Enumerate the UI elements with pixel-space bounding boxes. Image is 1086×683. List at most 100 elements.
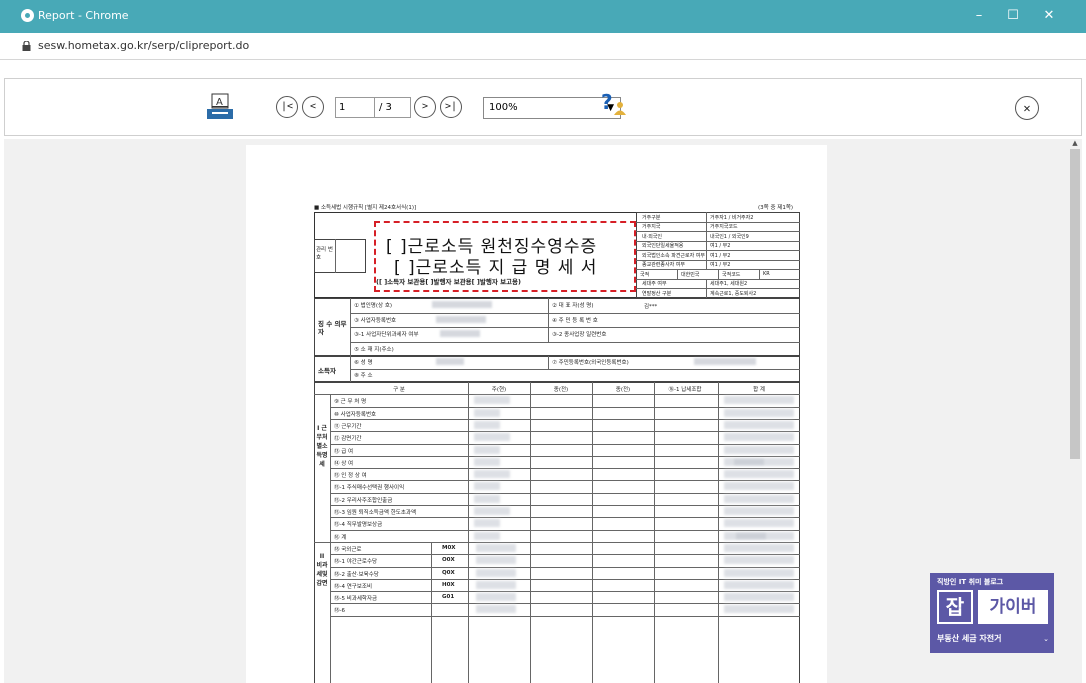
page-count-text: (3쪽 중 제1쪽) [758,205,794,211]
table-row-label: ⑯ 계 [334,534,347,541]
redacted-value [476,543,516,552]
section1-label: I 근무처별소득명세 [316,425,328,469]
page-number-input[interactable]: 1 [335,97,375,118]
column-header: 종(전) [615,387,631,393]
table-row-line [330,529,800,531]
table-row-label: ⑪ 근무기간 [334,423,362,430]
info-col-line [706,221,707,232]
badge-logo: 잡 [937,590,973,624]
info-value: 계속근로1, 중도퇴사2 [710,290,757,297]
zoom-value: 100% [489,102,518,113]
earner-label: 소득자 [318,367,336,375]
table-row-label: ⑮-2 우리사주조합인출금 [334,497,393,504]
rep-name: 김*** [644,304,658,310]
table-row-line [330,406,800,408]
table-row-label: ⑭ 상 여 [334,460,354,467]
redacted-total [724,580,794,589]
redacted-value [474,408,500,417]
prev-page-button[interactable]: < [302,96,324,118]
info-col-line [706,240,707,251]
redacted-total [724,482,794,491]
table-row-label: ⑨ 근 무 처 명 [334,399,367,406]
redacted-value [474,507,510,515]
table-col-line [654,382,655,683]
redacted-total [724,568,794,577]
tax-code: G01 [442,594,455,601]
payer-row-line [350,327,800,328]
redacted-value [474,457,500,466]
payer-field-label: ① 법인명(상 호) [354,303,393,309]
info-label: 연말정산 구분 [642,290,672,297]
column-header: 합 계 [753,387,765,393]
print-icon[interactable]: A [205,93,235,121]
info-value: 거주자1 / 비거주자2 [710,214,754,221]
report-viewer[interactable]: ■ 소득세법 시행규칙 [별지 제24호서식(1)] (3쪽 중 제1쪽) 관리… [4,139,1082,683]
table-row-label: ⑮ 인 정 상 여 [334,473,367,480]
table-row-line [330,418,800,420]
payer-label: 징 수 의무자 [318,320,347,336]
close-window-button[interactable]: ✕ [1038,6,1060,26]
table-row-label: ⑱-1 야간근로수당 [334,559,378,566]
payer-right-label: ② 대 표 자(성 명) [552,303,594,309]
info-label: 종교관련종사자 여부 [642,262,685,269]
tax-code: M0X [442,544,456,551]
earner-address-label: ⑧ 주 소 [354,373,373,379]
table-row-line [330,517,800,519]
payer-field-label: ③-1 사업자단위과세자 여부 [354,332,419,338]
table-row-label: ⑩ 사업자등록번호 [334,411,377,418]
minimize-button[interactable]: – [968,6,990,26]
redacted-total [724,494,794,503]
table-row-line [330,591,800,593]
window-title: Report - Chrome [38,9,129,22]
scroll-up-arrow[interactable]: ▲ [1070,139,1080,147]
table-col-line [718,382,719,683]
redacted-sum [736,532,766,539]
form-rule-text: ■ 소득세법 시행규칙 [별지 제24호서식(1)] [314,205,417,211]
column-header: 종(전) [553,387,569,393]
scrollbar-thumb[interactable] [1070,149,1080,459]
scrollbar[interactable]: ▲ [1068,139,1082,683]
redacted-total [724,445,794,454]
info-label: 외국인단일세율적용 [642,243,684,250]
redacted-value [476,568,516,577]
next-page-button[interactable]: > [414,96,436,118]
form-title-2: [ ]근로소득 지 급 명 세 서 [394,258,598,278]
close-viewer-button[interactable]: ✕ [1015,96,1039,120]
info-cell: 국적 [640,271,650,278]
info-label: 세대주 여부 [642,281,667,288]
payer-field-label: ③ 사업자등록번호 [354,317,397,324]
lock-icon [22,41,31,51]
info-col-line [706,259,707,270]
table-row-line [330,566,800,568]
redacted-total [724,408,794,417]
redacted-value [474,433,510,442]
info-col-line [677,269,678,279]
info-value: 여1 / 부2 [710,243,731,250]
info-col-line [706,250,707,260]
table-row-line [330,492,800,494]
help-icon[interactable]: ? [601,90,613,114]
page-total: / 3 [375,97,411,118]
first-page-button[interactable]: |< [276,96,298,118]
info-label: 거주지국 [642,224,661,231]
address-bar[interactable]: sesw.hometax.go.kr/serp/clipreport.do [0,33,1086,60]
last-page-button[interactable]: >| [440,96,462,118]
help-person-icon [614,102,626,115]
redacted-value [474,420,500,429]
report-page: ■ 소득세법 시행규칙 [별지 제24호서식(1)] (3쪽 중 제1쪽) 관리… [246,145,827,683]
info-cell: 국적코드 [722,271,741,278]
badge-tagline: 직방인 IT 취미 블로그 [937,578,1004,586]
table-row-label: ⑬ 급 여 [334,448,354,455]
chevron-down-icon: ⌄ [1043,635,1049,643]
redacted-total [724,507,794,515]
table-row-label: ⑮-4 직무발명보상금 [334,522,383,529]
table-row-label: ⑮-3 임원 퇴직소득금액 한도초과액 [334,510,417,516]
redacted-value [476,593,516,602]
table-row-line [330,554,800,556]
mgmt-no-label: 관리 번호 [316,247,333,261]
info-value: 내국인1 / 외국인9 [710,233,749,240]
redacted-value [474,531,500,540]
maximize-button[interactable]: ☐ [1002,6,1024,26]
redacted-total [724,470,794,479]
redacted-value [432,301,492,308]
